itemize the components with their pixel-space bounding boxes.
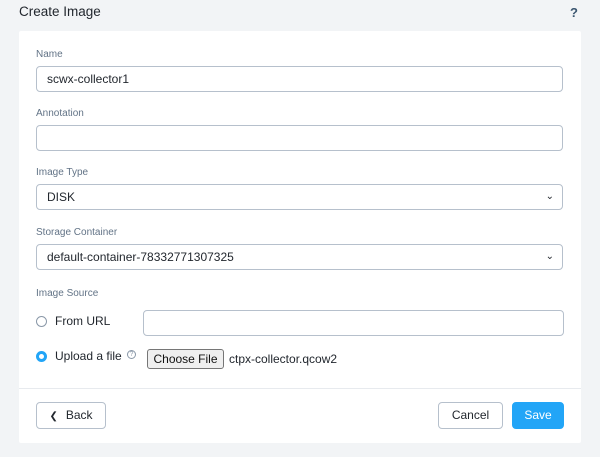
choose-file-button[interactable]: Choose File [147, 349, 224, 369]
chevron-down-icon: ⌄ [545, 251, 554, 262]
dialog-title: Create Image [19, 4, 101, 19]
chevron-down-icon: ⌄ [545, 191, 554, 202]
back-button[interactable]: ❮ Back [36, 402, 106, 429]
storage-container-value: default-container-78332771307325 [47, 250, 234, 264]
chevron-left-icon: ❮ [49, 411, 58, 422]
image-source-label: Image Source [36, 288, 99, 299]
from-url-label[interactable]: From URL [55, 314, 110, 328]
selected-file-name: ctpx-collector.qcow2 [229, 352, 338, 366]
image-type-select[interactable]: DISK ⌄ [36, 184, 563, 210]
annotation-input[interactable] [36, 125, 563, 151]
from-url-radio[interactable] [36, 316, 47, 327]
storage-container-select[interactable]: default-container-78332771307325 ⌄ [36, 244, 563, 270]
image-type-label: Image Type [36, 167, 89, 178]
storage-container-label: Storage Container [36, 227, 118, 238]
back-label: Back [65, 408, 93, 422]
dialog-header: Create Image ? [0, 0, 600, 30]
save-button[interactable]: Save [512, 402, 564, 429]
footer-divider [19, 388, 581, 389]
image-type-value: DISK [47, 190, 76, 204]
name-label: Name [36, 49, 63, 60]
upload-file-label[interactable]: Upload a file [55, 349, 122, 363]
url-input[interactable] [143, 310, 564, 336]
annotation-label: Annotation [36, 108, 84, 119]
create-image-form: Name scwx-collector1 Annotation Image Ty… [19, 31, 581, 443]
help-icon[interactable]: ? [570, 5, 578, 20]
cancel-button[interactable]: Cancel [438, 402, 503, 429]
info-icon[interactable]: ? [127, 350, 136, 359]
upload-file-radio[interactable] [36, 351, 47, 362]
name-input[interactable]: scwx-collector1 [36, 66, 563, 92]
